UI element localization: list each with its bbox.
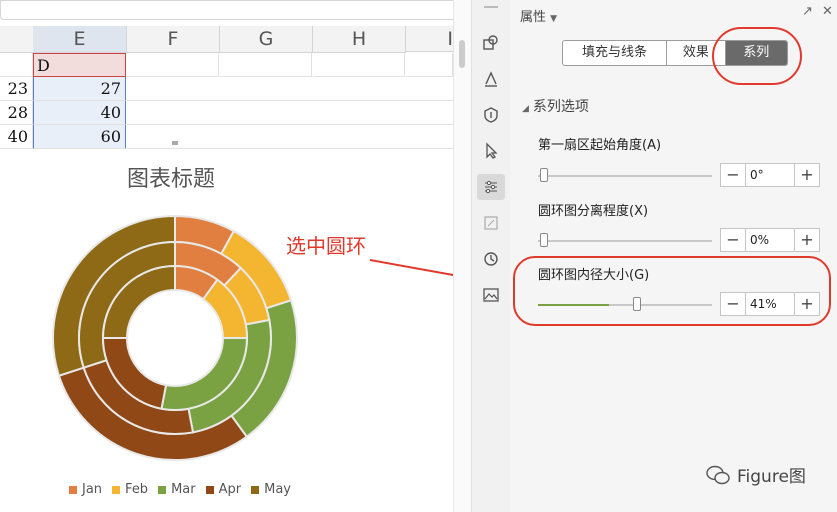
legend-item-apr[interactable]: Apr <box>205 482 242 497</box>
explosion-slider-thumb[interactable] <box>540 233 548 247</box>
legend-item-feb[interactable]: Feb <box>112 482 148 497</box>
legend-label: Mar <box>171 482 196 497</box>
highlight-oval <box>513 256 831 326</box>
properties-panel: 属性 ▼ ↗ ✕ 填充与线条 效果 系列 ◢ 系列选项 第一扇区起始角度(A) −… <box>510 0 837 512</box>
watermark-text: Figure图 <box>737 467 806 487</box>
increment-button[interactable]: + <box>795 164 819 186</box>
history-icon[interactable] <box>472 246 510 272</box>
column-header-f[interactable]: F <box>127 26 220 53</box>
legend-label: Feb <box>125 482 149 497</box>
legend-item-jan[interactable]: Jan <box>69 482 102 497</box>
spreadsheet-area: E F G H I D 23 27 28 40 40 60 <box>0 0 470 149</box>
transform-icon[interactable] <box>472 210 510 236</box>
column-header-e[interactable]: E <box>33 26 127 53</box>
series-name-cell[interactable]: D <box>33 53 126 77</box>
side-toolbar <box>471 0 511 512</box>
dropdown-caret-icon[interactable]: ▼ <box>550 14 557 24</box>
empty-cells[interactable] <box>127 77 453 149</box>
vertical-scrollbar[interactable] <box>453 0 472 512</box>
start-angle-label: 第一扇区起始角度(A) <box>538 138 662 153</box>
collapse-triangle-icon[interactable]: ◢ <box>522 104 529 114</box>
start-angle-input[interactable]: 0° <box>745 164 795 186</box>
table-cell[interactable]: 27 <box>33 77 126 101</box>
legend-swatch <box>205 485 214 494</box>
legend-label: May <box>264 482 291 497</box>
properties-settings-icon[interactable] <box>477 174 505 200</box>
chart-legend: Jan Feb Mar Apr May <box>69 482 291 497</box>
increment-button[interactable]: + <box>795 229 819 251</box>
start-angle-slider-thumb[interactable] <box>540 168 548 182</box>
shapes-icon[interactable] <box>472 30 510 56</box>
image-icon[interactable] <box>472 282 510 308</box>
start-angle-stepper: − 0° + <box>720 163 820 187</box>
scrollbar-thumb[interactable] <box>459 40 465 68</box>
explosion-input[interactable]: 0% <box>745 229 795 251</box>
section-header[interactable]: ◢ 系列选项 <box>522 96 589 116</box>
decrement-button[interactable]: − <box>721 229 745 251</box>
resize-handle[interactable] <box>172 141 178 145</box>
table-cell[interactable]: 23 <box>0 77 33 101</box>
pop-out-icon[interactable]: ↗ <box>802 4 813 19</box>
legend-label: Jan <box>82 482 103 497</box>
shield-icon[interactable] <box>472 102 510 128</box>
table-cell[interactable]: 40 <box>33 101 126 125</box>
explosion-slider-track[interactable] <box>538 240 712 242</box>
table-cell[interactable]: 28 <box>0 101 33 125</box>
cell[interactable] <box>127 53 219 77</box>
column-header-d[interactable] <box>0 26 34 53</box>
legend-swatch <box>112 485 121 494</box>
legend-swatch <box>251 485 260 494</box>
explosion-stepper: − 0% + <box>720 228 820 252</box>
column-header-g[interactable]: G <box>220 26 313 53</box>
section-title: 系列选项 <box>532 99 589 115</box>
drag-handle-icon[interactable] <box>484 6 498 8</box>
legend-label: Apr <box>218 482 242 497</box>
explosion-label: 圆环图分离程度(X) <box>538 204 649 219</box>
tab-fill-and-line[interactable]: 填充与线条 <box>563 41 668 65</box>
watermark: Figure图 <box>705 462 806 487</box>
panel-title[interactable]: 属性 ▼ <box>520 6 557 25</box>
table-cell[interactable]: 40 <box>0 125 33 149</box>
doughnut-chart[interactable] <box>0 150 452 512</box>
cell[interactable] <box>220 53 312 77</box>
decrement-button[interactable]: − <box>721 164 745 186</box>
table-cell[interactable]: 60 <box>33 125 126 149</box>
cell[interactable] <box>313 53 405 77</box>
chart-area[interactable]: 图表标题 选中圆环 Jan Feb Mar Apr May <box>0 150 500 512</box>
start-angle-slider-track[interactable] <box>538 175 712 177</box>
highlight-oval <box>712 27 802 85</box>
legend-swatch <box>69 485 77 494</box>
panel-title-text: 属性 <box>520 10 547 25</box>
text-style-icon[interactable] <box>472 66 510 92</box>
wechat-icon <box>706 465 730 484</box>
legend-swatch <box>158 485 167 494</box>
pointer-icon[interactable] <box>472 138 510 164</box>
legend-item-mar[interactable]: Mar <box>158 482 196 497</box>
formula-bar[interactable] <box>0 0 468 20</box>
close-icon[interactable]: ✕ <box>822 4 833 19</box>
cell[interactable] <box>406 53 453 77</box>
legend-item-may[interactable]: May <box>251 482 291 497</box>
column-header-h[interactable]: H <box>313 26 406 53</box>
